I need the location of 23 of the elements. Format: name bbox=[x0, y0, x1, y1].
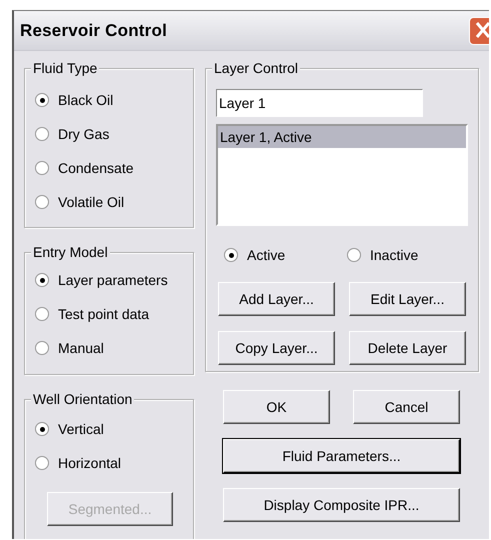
button[interactable]: Delete Layer bbox=[349, 331, 466, 365]
button[interactable]: Fluid Parameters... bbox=[223, 439, 460, 473]
radio-label[interactable]: Volatile Oil bbox=[58, 192, 124, 212]
radio-label[interactable]: Horizontal bbox=[58, 452, 122, 474]
layer-name-field[interactable]: Layer 1 bbox=[216, 89, 423, 117]
radio-label[interactable]: Condensate bbox=[58, 158, 134, 178]
radio-label[interactable]: Inactive bbox=[370, 244, 418, 266]
button[interactable]: Edit Layer... bbox=[349, 282, 466, 316]
radio-label[interactable]: Layer parameters bbox=[58, 270, 168, 290]
radio-label[interactable]: Black Oil bbox=[58, 90, 114, 110]
window-title: Reservoir Control bbox=[20, 20, 167, 42]
button[interactable]: OK bbox=[223, 390, 330, 424]
radio-label[interactable]: Manual bbox=[58, 338, 104, 358]
list-item[interactable]: Layer 1, Active bbox=[218, 126, 466, 148]
button[interactable]: Copy Layer... bbox=[218, 331, 335, 365]
radio-label[interactable]: Dry Gas bbox=[58, 124, 110, 144]
layer-list[interactable]: Layer 1, Active bbox=[216, 124, 468, 226]
radio-label[interactable]: Test point data bbox=[58, 304, 150, 324]
radio-label[interactable]: Vertical bbox=[58, 418, 104, 440]
button[interactable]: Add Layer... bbox=[218, 282, 335, 316]
button[interactable]: Display Composite IPR... bbox=[223, 488, 460, 522]
button[interactable]: Cancel bbox=[353, 390, 460, 424]
radio-label[interactable]: Active bbox=[247, 244, 286, 266]
